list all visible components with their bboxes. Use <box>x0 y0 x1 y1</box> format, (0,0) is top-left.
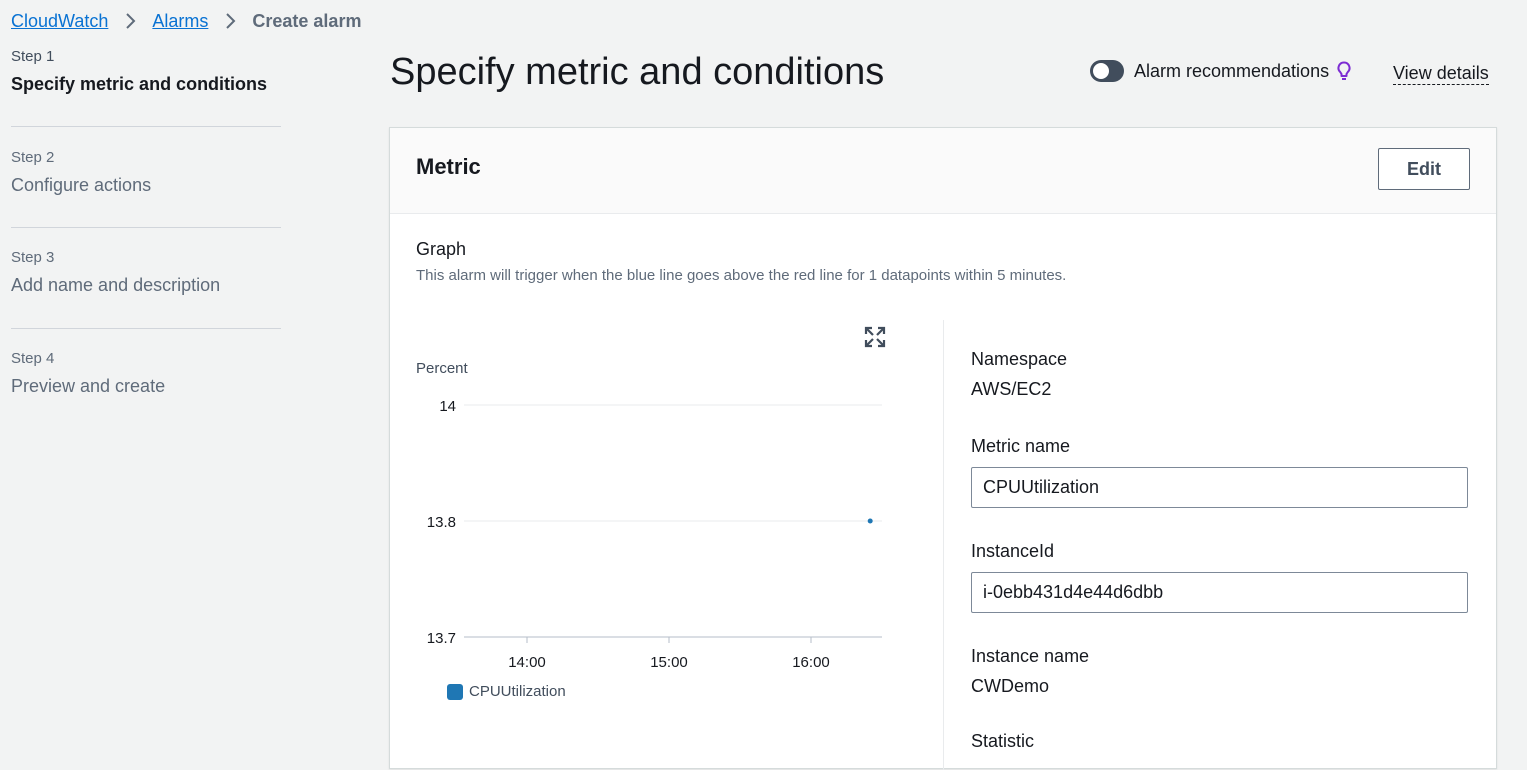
step-3[interactable]: Step 3 Add name and description <box>11 249 281 296</box>
metric-heading: Metric <box>416 154 481 179</box>
breadcrumb-current: Create alarm <box>252 10 362 31</box>
legend-swatch <box>447 683 463 700</box>
data-point-cpuutilization[interactable] <box>867 518 873 524</box>
namespace-value: AWS/EC2 <box>971 379 1052 399</box>
y-tick-label: 13.8 <box>427 514 456 531</box>
x-tick-label: 14:00 <box>508 654 546 668</box>
namespace-label: Namespace <box>971 349 1068 369</box>
view-details-link[interactable]: View details <box>1393 62 1489 85</box>
instance-name-label: Instance name <box>971 646 1090 666</box>
chevron-right-icon <box>122 13 138 29</box>
step-2[interactable]: Step 2 Configure actions <box>11 149 281 196</box>
lightbulb-icon <box>1337 61 1351 81</box>
alarm-recommendations: Alarm recommendations <box>1090 60 1351 82</box>
step-4[interactable]: Step 4 Preview and create <box>11 350 281 397</box>
alarm-recommendations-label: Alarm recommendations <box>1134 60 1330 81</box>
instance-id-field[interactable] <box>971 572 1468 613</box>
step-number: Step 3 <box>11 249 55 266</box>
step-number: Step 4 <box>11 350 55 367</box>
column-divider <box>943 320 944 770</box>
metric-container-header: Metric Edit <box>390 128 1496 214</box>
alarm-recommendations-toggle[interactable] <box>1090 60 1124 82</box>
graph-label: Graph <box>416 239 467 259</box>
step-title: Preview and create <box>11 376 166 396</box>
step-1: Step 1 Specify metric and conditions <box>11 48 281 95</box>
instance-id-label: InstanceId <box>971 541 1055 561</box>
edit-button[interactable]: Edit <box>1378 148 1470 190</box>
step-title: Add name and description <box>11 275 221 295</box>
y-tick-label: 14 <box>439 398 456 415</box>
chart-legend[interactable]: CPUUtilization <box>447 683 566 700</box>
instance-name-value: CWDemo <box>971 676 1050 696</box>
legend-label: CPUUtilization <box>469 683 566 700</box>
statistic-label: Statistic <box>971 731 1035 751</box>
metric-chart: 14 13.8 13.7 14:00 15:00 16:00 <box>427 398 882 668</box>
step-title: Specify metric and conditions <box>11 74 268 94</box>
breadcrumb: CloudWatch Alarms Create alarm <box>11 9 361 33</box>
y-tick-label: 13.7 <box>427 630 456 647</box>
step-number: Step 2 <box>11 149 55 166</box>
step-title: Configure actions <box>11 175 152 195</box>
metric-name-field[interactable] <box>971 467 1468 508</box>
x-tick-label: 16:00 <box>792 654 830 668</box>
metric-container: Metric Edit Graph This alarm will trigge… <box>389 127 1497 770</box>
step-divider <box>11 328 281 329</box>
step-number: Step 1 <box>11 48 55 65</box>
step-divider <box>11 227 281 228</box>
chevron-right-icon <box>222 13 238 29</box>
breadcrumb-alarms-link[interactable]: Alarms <box>152 11 208 32</box>
graph-description: This alarm will trigger when the blue li… <box>416 267 1067 284</box>
breadcrumb-cloudwatch-link[interactable]: CloudWatch <box>11 11 108 32</box>
page-title: Specify metric and conditions <box>390 51 885 93</box>
y-axis-label: Percent <box>416 360 468 377</box>
step-divider <box>11 126 281 127</box>
metric-name-label: Metric name <box>971 436 1071 456</box>
x-tick-label: 15:00 <box>650 654 688 668</box>
expand-icon[interactable] <box>864 326 886 348</box>
